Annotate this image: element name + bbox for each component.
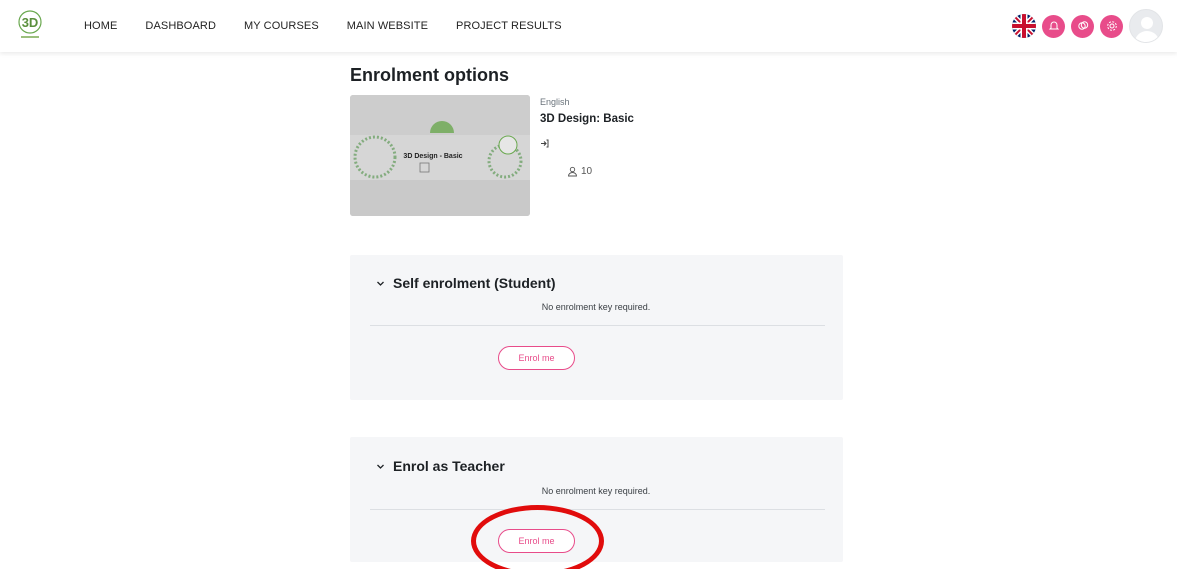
nav-project-results[interactable]: PROJECT RESULTS	[456, 20, 562, 32]
site-logo[interactable]: 3D	[8, 8, 52, 44]
self-enrol-button[interactable]: Enrol me	[498, 346, 575, 370]
messages-button[interactable]	[1071, 14, 1094, 38]
nav-home[interactable]: HOME	[84, 20, 117, 32]
chevron-down-icon	[377, 281, 384, 286]
user-outline-icon	[568, 166, 577, 177]
sign-in-icon	[541, 139, 549, 148]
svg-text:3D Design - Basic: 3D Design - Basic	[403, 153, 462, 160]
nav-my-courses[interactable]: MY COURSES	[244, 20, 319, 32]
course-meta: English 3D Design: Basic	[540, 97, 634, 125]
gear-icon	[1106, 21, 1117, 31]
participants-count: 10	[567, 166, 592, 177]
user-icon	[1135, 17, 1159, 42]
course-image[interactable]: 3D Design - Basic	[350, 95, 530, 216]
self-enrolment-header[interactable]: Self enrolment (Student)	[376, 275, 556, 291]
notifications-button[interactable]	[1042, 14, 1065, 38]
teacher-enrolment-title: Enrol as Teacher	[393, 458, 505, 474]
course-name-link[interactable]: 3D Design: Basic	[540, 113, 634, 125]
bell-icon	[1048, 21, 1059, 30]
self-enrolment-title: Self enrolment (Student)	[393, 275, 556, 291]
nav-main-website[interactable]: MAIN WEBSITE	[347, 20, 428, 32]
teacher-enrol-button[interactable]: Enrol me	[498, 529, 575, 553]
top-navbar: 3D HOME DASHBOARD MY COURSES MAIN WEBSIT…	[0, 0, 1177, 52]
self-enrolment-panel: Self enrolment (Student) No enrolment ke…	[350, 255, 843, 400]
svg-text:3D: 3D	[22, 15, 39, 30]
chevron-down-icon	[377, 464, 384, 469]
participants-value: 10	[581, 166, 593, 177]
teacher-enrolment-header[interactable]: Enrol as Teacher	[376, 458, 505, 474]
divider	[370, 509, 825, 510]
navbar-actions	[1012, 9, 1163, 43]
nav-dashboard[interactable]: DASHBOARD	[145, 20, 216, 32]
chat-icon	[1077, 21, 1088, 30]
self-enrolment-note: No enrolment key required.	[541, 302, 651, 312]
course-language: English	[540, 97, 570, 107]
teacher-enrolment-note: No enrolment key required.	[541, 486, 651, 496]
user-avatar[interactable]	[1129, 9, 1163, 43]
language-flag-uk-icon[interactable]	[1012, 14, 1036, 38]
divider	[370, 325, 825, 326]
page-title: Enrolment options	[350, 65, 509, 85]
logo-icon: 3D	[18, 10, 42, 38]
main-nav: HOME DASHBOARD MY COURSES MAIN WEBSITE P…	[84, 0, 590, 52]
teacher-enrolment-panel: Enrol as Teacher No enrolment key requir…	[350, 437, 843, 562]
settings-button[interactable]	[1100, 14, 1123, 38]
